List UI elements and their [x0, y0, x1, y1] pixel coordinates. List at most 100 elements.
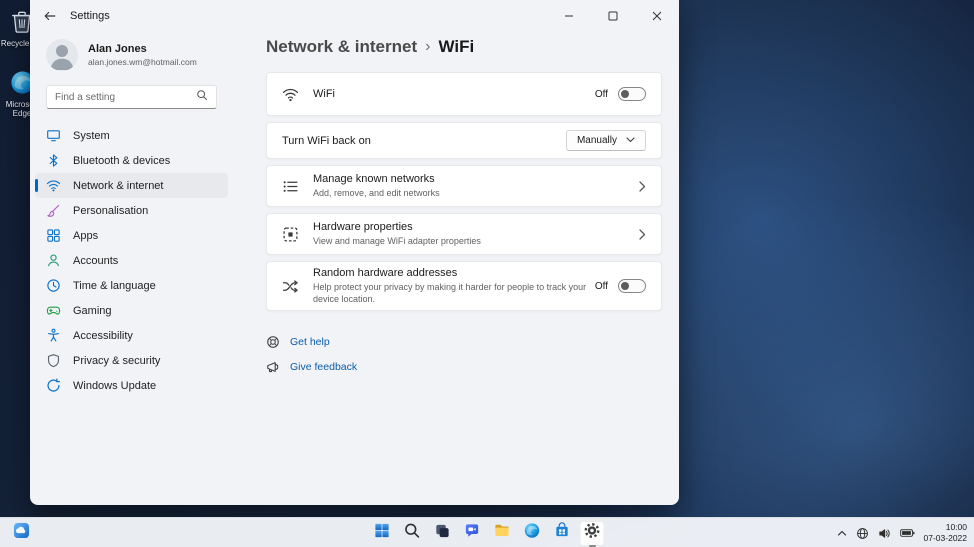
sidebar-item-label: Accessibility	[73, 330, 133, 342]
sidebar-item-label: Accounts	[73, 255, 118, 267]
random-addresses-toggle[interactable]	[618, 279, 646, 293]
hardware-properties-title: Hardware properties	[313, 221, 627, 233]
manage-known-networks-subtitle: Add, remove, and edit networks	[313, 188, 627, 200]
wifi-card: WiFi Off	[266, 72, 662, 116]
manage-known-networks-title: Manage known networks	[313, 173, 627, 185]
hardware-properties-icon	[282, 226, 299, 243]
file-explorer-icon	[494, 522, 511, 544]
edge-button[interactable]	[520, 521, 545, 546]
windows-update-icon	[46, 378, 61, 393]
sidebar-item-windows-update[interactable]: Windows Update	[35, 373, 228, 398]
wifi-toggle[interactable]	[618, 87, 646, 101]
titlebar: Settings	[30, 0, 679, 32]
close-button[interactable]	[635, 0, 679, 32]
turn-wifi-back-on-label: Turn WiFi back on	[282, 135, 566, 147]
random-addresses-title: Random hardware addresses	[313, 267, 595, 279]
main-content: Network & internet › WiFi WiFi Off Turn …	[233, 32, 679, 505]
profile-email: alan.jones.wm@hotmail.com	[88, 57, 197, 67]
hardware-properties-subtitle: View and manage WiFi adapter properties	[313, 236, 627, 248]
gaming-icon	[46, 303, 61, 318]
sidebar-nav: System Bluetooth & devices Network & int…	[30, 123, 233, 505]
tray-chevron-up-icon[interactable]	[837, 530, 847, 537]
random-hardware-addresses-row: Random hardware addresses Help protect y…	[266, 261, 662, 311]
sidebar-item-label: Network & internet	[73, 180, 163, 192]
back-button[interactable]	[30, 0, 70, 32]
sidebar-item-personalisation[interactable]: Personalisation	[35, 198, 228, 223]
sidebar-item-label: Windows Update	[73, 380, 156, 392]
turn-wifi-back-on-dropdown[interactable]: Manually	[566, 130, 646, 151]
give-feedback-link[interactable]: Give feedback	[290, 361, 357, 373]
wifi-icon	[282, 86, 299, 103]
chevron-right-icon	[639, 229, 646, 240]
hardware-properties-row[interactable]: Hardware properties View and manage WiFi…	[266, 213, 662, 255]
accessibility-icon	[46, 328, 61, 343]
sidebar-item-label: Apps	[73, 230, 98, 242]
window-title: Settings	[70, 10, 110, 22]
search-input[interactable]	[55, 92, 196, 103]
microsoft-store-icon	[554, 522, 571, 544]
system-icon	[46, 128, 61, 143]
manage-known-networks-row[interactable]: Manage known networks Add, remove, and e…	[266, 165, 662, 207]
desktop: { "desktop": { "icons": [ { "label": "Re…	[0, 0, 974, 547]
clock[interactable]: 10:00 07-03-2022	[924, 522, 967, 545]
microsoft-store-button[interactable]	[550, 521, 575, 546]
sidebar-item-bluetooth-devices[interactable]: Bluetooth & devices	[35, 148, 228, 173]
wifi-state-label: Off	[595, 89, 608, 100]
sidebar-item-label: Gaming	[73, 305, 112, 317]
sidebar-item-label: Privacy & security	[73, 355, 160, 367]
sidebar-item-system[interactable]: System	[35, 123, 228, 148]
minimize-button[interactable]	[547, 0, 591, 32]
search-icon	[404, 522, 421, 544]
widgets-button[interactable]	[9, 521, 34, 546]
sidebar-item-time-language[interactable]: Time & language	[35, 273, 228, 298]
breadcrumb-parent[interactable]: Network & internet	[266, 37, 417, 57]
known-networks-icon	[282, 178, 299, 195]
sidebar-item-label: System	[73, 130, 110, 142]
turn-wifi-back-on-card: Turn WiFi back on Manually	[266, 122, 662, 159]
get-help-row: Get help	[266, 335, 662, 349]
give-feedback-icon	[266, 360, 280, 374]
get-help-link[interactable]: Get help	[290, 336, 330, 348]
network-globe-icon[interactable]	[856, 527, 869, 540]
file-explorer-button[interactable]	[490, 521, 515, 546]
search-icon	[196, 88, 208, 106]
task-view-button[interactable]	[430, 521, 455, 546]
sidebar-item-apps[interactable]: Apps	[35, 223, 228, 248]
give-feedback-row: Give feedback	[266, 360, 662, 374]
battery-icon[interactable]	[900, 528, 915, 538]
sidebar-item-privacy-security[interactable]: Privacy & security	[35, 348, 228, 373]
maximize-button[interactable]	[591, 0, 635, 32]
sidebar-item-accessibility[interactable]: Accessibility	[35, 323, 228, 348]
gear-icon	[584, 522, 601, 544]
start-button[interactable]	[370, 521, 395, 546]
windows-logo-icon	[374, 522, 391, 544]
chat-button[interactable]	[460, 521, 485, 546]
help-links: Get help Give feedback	[266, 335, 662, 374]
sidebar-item-accounts[interactable]: Accounts	[35, 248, 228, 273]
settings-search	[46, 85, 217, 109]
chevron-down-icon	[626, 135, 635, 146]
settings-app-button[interactable]	[580, 521, 605, 546]
sidebar-item-label: Bluetooth & devices	[73, 155, 170, 167]
user-profile[interactable]: Alan Jones alan.jones.wm@hotmail.com	[30, 32, 233, 79]
taskbar-search-button[interactable]	[400, 521, 425, 546]
apps-icon	[46, 228, 61, 243]
avatar	[46, 39, 78, 71]
wifi-label: WiFi	[313, 88, 595, 100]
sidebar: Alan Jones alan.jones.wm@hotmail.com	[30, 32, 233, 505]
chat-icon	[464, 522, 481, 544]
dropdown-value: Manually	[577, 135, 617, 146]
sidebar-item-network-internet[interactable]: Network & internet	[35, 173, 228, 198]
get-help-icon	[266, 335, 280, 349]
clock-time: 10:00	[924, 522, 967, 533]
bluetooth-icon	[46, 153, 61, 168]
task-view-icon	[434, 522, 451, 544]
widgets-icon	[13, 522, 30, 544]
taskbar: 10:00 07-03-2022	[0, 517, 974, 547]
random-addresses-subtitle: Help protect your privacy by making it h…	[313, 282, 595, 305]
volume-icon[interactable]	[878, 527, 891, 540]
breadcrumb-separator: ›	[425, 38, 430, 56]
settings-window: Settings Alan Jones alan.	[30, 0, 679, 505]
sidebar-item-gaming[interactable]: Gaming	[35, 298, 228, 323]
network-icon	[46, 178, 61, 193]
